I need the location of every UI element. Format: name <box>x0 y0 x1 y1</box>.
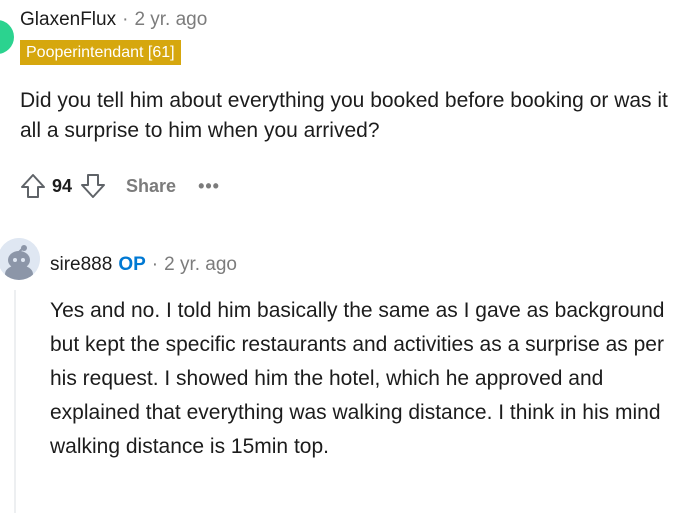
separator: · <box>151 254 159 275</box>
timestamp[interactable]: 2 yr. ago <box>164 254 237 276</box>
username[interactable]: GlaxenFlux <box>20 9 116 31</box>
user-flair: Pooperintendant [61] <box>20 40 181 65</box>
comment-header: GlaxenFlux · 2 yr. ago <box>20 8 207 32</box>
upvote-icon[interactable] <box>18 171 48 201</box>
vote-count: 94 <box>52 175 73 196</box>
comment-actions: 94 Share ••• <box>18 170 220 202</box>
downvote-icon[interactable] <box>78 171 108 201</box>
avatar[interactable] <box>0 20 14 54</box>
share-button[interactable]: Share <box>126 176 176 197</box>
timestamp[interactable]: 2 yr. ago <box>134 9 207 31</box>
username[interactable]: sire888 <box>50 254 112 276</box>
comment-body: Yes and no. I told him basically the sam… <box>50 299 665 458</box>
separator: · <box>122 9 129 30</box>
op-badge: OP <box>118 254 146 275</box>
comment-header: sire888 OP · 2 yr. ago <box>50 252 237 278</box>
comment-body: Did you tell him about everything you bo… <box>20 89 668 142</box>
more-icon[interactable]: ••• <box>198 176 220 197</box>
thread-line[interactable] <box>14 290 16 513</box>
avatar[interactable] <box>0 238 40 280</box>
